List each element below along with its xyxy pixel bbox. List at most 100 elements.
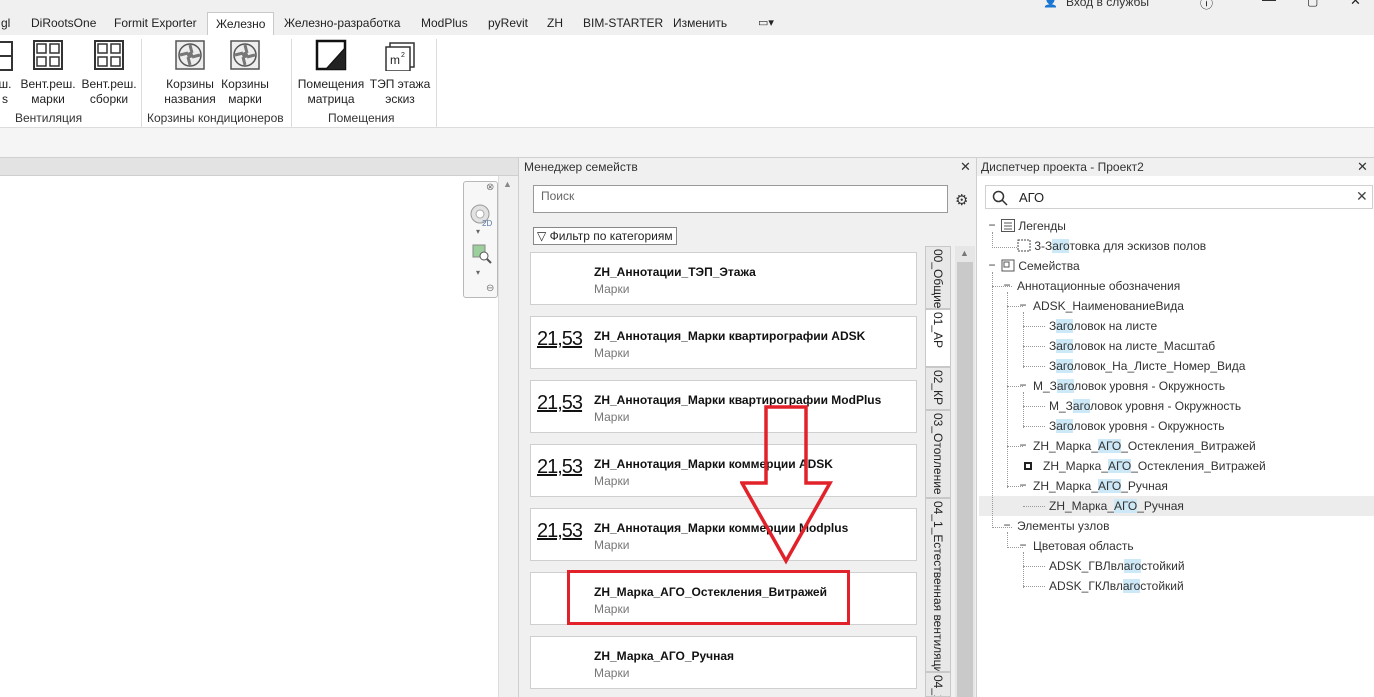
- match-highlight: аго: [1056, 379, 1075, 393]
- user-icon[interactable]: 👤: [1043, 0, 1058, 8]
- clear-search-icon[interactable]: ✕: [1356, 188, 1368, 205]
- close-icon[interactable]: ✕: [960, 159, 971, 175]
- side-tab[interactable]: 01_АР: [925, 309, 951, 367]
- baskets-names-button[interactable]: Корзины названия: [162, 39, 218, 107]
- vent-marks-button[interactable]: Вент.реш. марки: [17, 39, 79, 107]
- panel-options-dropdown-icon[interactable]: ▭▾: [758, 12, 774, 35]
- tab-dirootsone[interactable]: DiRootsOne: [31, 12, 96, 35]
- ribbon-button-label: ш.: [0, 77, 12, 91]
- close-window-icon[interactable]: ✕: [1350, 0, 1361, 9]
- tree-node-label: Элементы узлов: [1017, 519, 1110, 533]
- tree-node-type[interactable]: Заголовок уровня - Окружность: [1049, 416, 1224, 436]
- collapse-icon[interactable]: −: [1018, 538, 1028, 552]
- tab-pyrevit[interactable]: pyRevit: [488, 12, 528, 35]
- tab-zhelezno[interactable]: Железно: [207, 12, 275, 35]
- side-tab[interactable]: 02_КР: [925, 367, 951, 410]
- collapse-icon[interactable]: −: [1002, 518, 1012, 532]
- tab-modplus[interactable]: ModPlus: [421, 12, 468, 35]
- tree-node-type[interactable]: М_Заголовок уровня - Окружность: [1049, 396, 1241, 416]
- side-tab[interactable]: 00_Общие: [925, 246, 951, 309]
- side-tab[interactable]: 04_1_Естественная вентиляция: [925, 498, 951, 672]
- family-card[interactable]: 21,53 ZH_Аннотация_Марки квартирографии …: [530, 380, 917, 433]
- tree-node-type[interactable]: Заголовок_На_Листе_Номер_Вида: [1049, 356, 1245, 376]
- tab-formit-exporter[interactable]: Formit Exporter: [114, 12, 197, 35]
- help-icon[interactable]: ⓘ: [1200, 0, 1213, 12]
- panel-title: Менеджер семейств: [524, 160, 638, 174]
- tree-node-type[interactable]: Заголовок на листе: [1049, 316, 1157, 336]
- rooms-matrix-button[interactable]: Помещения матрица: [296, 39, 366, 107]
- tab-bim-starter[interactable]: BIM-STARTER: [583, 12, 663, 35]
- collapse-icon[interactable]: −: [1018, 298, 1028, 312]
- close-icon[interactable]: ✕: [1357, 159, 1368, 175]
- group-separator: [141, 39, 142, 127]
- collapse-icon[interactable]: −: [1018, 438, 1028, 452]
- tree-node-family[interactable]: Цветовая область: [1033, 536, 1134, 556]
- match-highlight: АГО: [1108, 459, 1132, 473]
- family-category: Марки: [594, 474, 630, 488]
- vent-assembly-button[interactable]: Вент.реш. сборки: [79, 39, 139, 107]
- collapse-icon[interactable]: −: [987, 218, 997, 232]
- tree-node-type[interactable]: Заголовок на листе_Масштаб: [1049, 336, 1215, 356]
- collapse-icon[interactable]: −: [1018, 478, 1028, 492]
- tree-node-annotations[interactable]: Аннотационные обозначения: [1017, 276, 1180, 296]
- tree-node-type[interactable]: ZH_Марка_АГО_Остекления_Витражей: [1023, 456, 1266, 476]
- ribbon-button-partial[interactable]: ш. s: [0, 39, 14, 107]
- tree-node-family[interactable]: ZH_Марка_АГО_Остекления_Витражей: [1033, 436, 1256, 456]
- legend-icon: [1001, 219, 1015, 232]
- tree-node-family[interactable]: М_Заголовок уровня - Окружность: [1033, 376, 1225, 396]
- tree-line: [1023, 312, 1024, 368]
- tab-zh[interactable]: ZH: [547, 12, 563, 35]
- tree-node-family[interactable]: ADSK_НаименованиеВида: [1033, 296, 1184, 316]
- chevron-down-icon[interactable]: ▾: [476, 268, 480, 277]
- tab-izmenit[interactable]: Изменить: [673, 12, 727, 35]
- baskets-marks-button[interactable]: Корзины марки: [218, 39, 272, 107]
- collapse-icon[interactable]: −: [1002, 278, 1012, 292]
- side-tab[interactable]: 03_Отопление: [925, 410, 951, 498]
- scroll-thumb[interactable]: [957, 262, 973, 697]
- tree-line: [1023, 552, 1024, 588]
- family-card[interactable]: 21,53 ZH_Аннотация_Марки квартирографии …: [530, 316, 917, 369]
- tab-zhelezno-razrabotka[interactable]: Железно-разработка: [284, 12, 400, 35]
- tree-node-legends[interactable]: Легенды: [1001, 216, 1066, 236]
- browser-search-field[interactable]: АГО ✕: [985, 185, 1373, 209]
- tree-node-detail-items[interactable]: Элементы узлов: [1017, 516, 1109, 536]
- close-icon[interactable]: ⊗: [486, 182, 494, 193]
- search-input[interactable]: Поиск: [533, 185, 948, 213]
- sign-in-label[interactable]: Вход в службы: [1066, 0, 1149, 9]
- ribbon-button-label: Вент.реш.: [81, 77, 137, 91]
- tree-node-type[interactable]: ADSK_ГВЛвлагостойкий: [1049, 556, 1185, 576]
- family-card[interactable]: 21,53 ZH_Аннотация_Марки коммерции ADSK …: [530, 444, 917, 497]
- scroll-up-icon[interactable]: ▲: [960, 248, 969, 258]
- tree-node-type[interactable]: ADSK_ГКЛвлагостойкий: [1049, 576, 1184, 596]
- gear-icon[interactable]: ⚙: [955, 191, 968, 209]
- steering-wheel-icon[interactable]: 2D: [469, 202, 495, 228]
- view-scrollbar[interactable]: ▲: [498, 176, 518, 697]
- family-list-scrollbar[interactable]: ▲: [955, 246, 975, 697]
- collapse-icon[interactable]: −: [1018, 378, 1028, 392]
- tree-node-type-selected[interactable]: ZH_Марка_АГО_Ручная: [1049, 496, 1184, 516]
- chevron-down-icon[interactable]: ▾: [476, 227, 480, 236]
- tab-gl[interactable]: gl: [1, 12, 10, 35]
- tep-sketch-button[interactable]: m2 ТЭП этажа эскиз: [368, 39, 432, 107]
- label-part: 3-З: [1034, 239, 1053, 253]
- label-part: ловок уровня - Окружность: [1090, 399, 1242, 413]
- side-tab-label: 03_Отопление: [931, 413, 945, 495]
- tree-node-families[interactable]: Семейства: [1001, 256, 1080, 276]
- tree-node-legend-item[interactable]: 3-Заготовка для эскизов полов: [1017, 236, 1206, 256]
- tree-node-label: Семейства: [1018, 259, 1080, 273]
- zoom-region-icon[interactable]: [472, 244, 492, 264]
- restore-icon[interactable]: ▢: [1307, 0, 1318, 8]
- minimize-icon[interactable]: —: [1262, 0, 1276, 7]
- collapse-icon[interactable]: −: [987, 258, 997, 272]
- tree-node-family[interactable]: ZH_Марка_АГО_Ручная: [1033, 476, 1168, 496]
- category-filter-button[interactable]: ▽ Фильтр по категориям: [533, 227, 677, 245]
- drawing-canvas[interactable]: [0, 158, 518, 697]
- ribbon-button-label: матрица: [307, 92, 355, 106]
- family-card[interactable]: 21,53 ZH_Аннотация_Марки коммерции Modpl…: [530, 508, 917, 561]
- room-icon: [315, 39, 347, 71]
- side-tab[interactable]: 04_2: [925, 672, 951, 697]
- scroll-up-icon[interactable]: ▲: [503, 179, 512, 189]
- family-card[interactable]: ZH_Аннотации_ТЭП_Этажа Марки: [530, 252, 917, 305]
- family-card[interactable]: ZH_Марка_АГО_Ручная Марки: [530, 636, 917, 689]
- navbar-options-icon[interactable]: ⊖: [486, 283, 494, 294]
